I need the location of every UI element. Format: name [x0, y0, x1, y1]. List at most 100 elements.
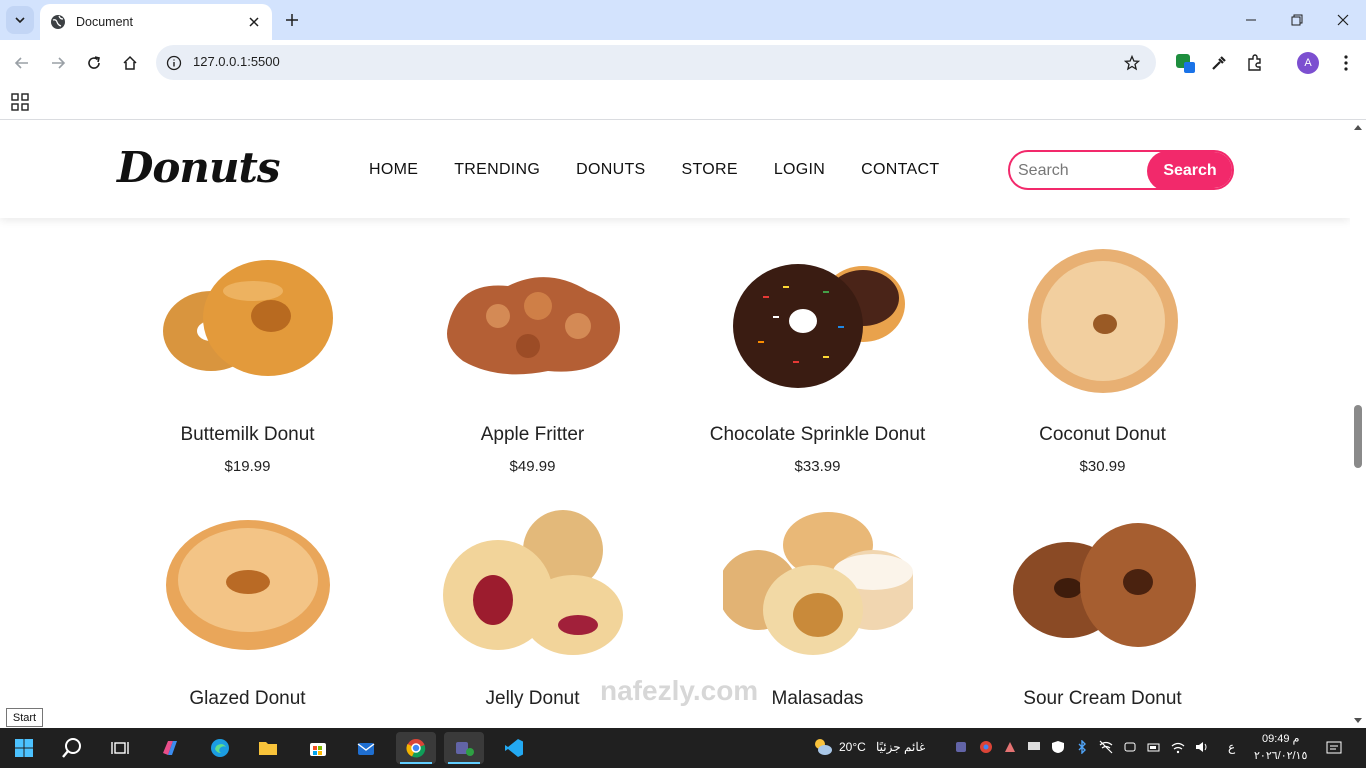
- search-button[interactable]: Search: [1147, 152, 1232, 188]
- nav-store[interactable]: STORE: [682, 161, 738, 179]
- notifications-icon[interactable]: [1326, 740, 1342, 756]
- extension-translate-icon[interactable]: [1174, 52, 1196, 74]
- weather-icon[interactable]: [812, 736, 834, 758]
- address-bar[interactable]: 127.0.0.1:5500: [156, 45, 1156, 80]
- minimize-button[interactable]: [1228, 0, 1274, 40]
- coconut-donut-image: [1008, 246, 1198, 396]
- nav-trending[interactable]: TRENDING: [454, 161, 540, 179]
- nav-login[interactable]: LOGIN: [774, 161, 825, 179]
- edge-app[interactable]: [200, 732, 240, 764]
- start-button[interactable]: [4, 732, 44, 764]
- vscode-app[interactable]: [494, 732, 534, 764]
- tray-monitor-icon[interactable]: [1027, 740, 1041, 754]
- extensions-puzzle-icon[interactable]: [1244, 52, 1266, 74]
- malasadas-image: [722, 510, 913, 660]
- windows-logo-icon: [15, 739, 33, 757]
- nav-donuts[interactable]: DONUTS: [576, 161, 645, 179]
- task-view-icon: [111, 742, 129, 754]
- home-button[interactable]: [117, 50, 143, 76]
- reload-icon: [88, 56, 100, 69]
- product-card[interactable]: Coconut Donut $30.99: [960, 246, 1245, 475]
- forward-button[interactable]: [45, 50, 71, 76]
- tab-close-icon[interactable]: [246, 14, 262, 30]
- volume-icon[interactable]: [1195, 740, 1209, 754]
- arrow-right-icon: [52, 57, 66, 69]
- main-nav: HOME TRENDING DONUTS STORE LOGIN CONTACT: [369, 161, 975, 179]
- weather-text[interactable]: غائم جزئيًا: [876, 740, 925, 754]
- input-language[interactable]: ع: [1228, 740, 1235, 754]
- store-icon: [310, 743, 326, 756]
- new-tab-button[interactable]: [282, 10, 302, 30]
- task-view-button[interactable]: [100, 732, 140, 764]
- arrow-left-icon: [14, 57, 28, 69]
- tray-shield-icon[interactable]: [1051, 740, 1065, 754]
- product-card[interactable]: Sour Cream Donut: [960, 510, 1245, 722]
- scrollbar-thumb[interactable]: [1354, 405, 1362, 468]
- scroll-up-icon[interactable]: [1354, 125, 1362, 130]
- nav-home[interactable]: HOME: [369, 161, 418, 179]
- tray-app-icon[interactable]: [1003, 740, 1017, 754]
- tray-teams-icon[interactable]: [955, 740, 969, 754]
- outlook-app[interactable]: [346, 732, 386, 764]
- product-name: Apple Fritter: [480, 424, 585, 445]
- restore-button[interactable]: [1274, 0, 1320, 40]
- buttermilk-donut-image: [153, 246, 343, 396]
- clock-date[interactable]: ٢٠٢٦/٠٢/١٥: [1254, 749, 1307, 762]
- product-card[interactable]: Apple Fritter $49.99: [390, 246, 675, 475]
- site-header: Donuts HOME TRENDING DONUTS STORE LOGIN …: [0, 121, 1350, 218]
- plus-icon: [286, 14, 298, 26]
- profile-avatar[interactable]: A: [1297, 52, 1319, 74]
- product-name: Chocolate Sprinkle Donut: [709, 424, 926, 445]
- mail-icon: [357, 743, 375, 755]
- minimize-icon: [1246, 19, 1256, 21]
- network-off-icon[interactable]: [1099, 740, 1113, 754]
- home-icon: [123, 55, 137, 70]
- product-card[interactable]: Chocolate Sprinkle Donut $33.99: [675, 246, 960, 475]
- vscode-icon: [505, 739, 523, 757]
- page-scrollbar[interactable]: [1350, 121, 1366, 728]
- site-logo[interactable]: Donuts: [117, 143, 281, 192]
- nav-contact[interactable]: CONTACT: [861, 161, 939, 179]
- apps-grid-icon[interactable]: [11, 93, 29, 111]
- browser-menu-icon[interactable]: [1335, 52, 1357, 74]
- site-info-icon[interactable]: [164, 53, 184, 73]
- tab-strip: Document: [0, 0, 1366, 40]
- product-name: Buttemilk Donut: [180, 424, 315, 445]
- url-text: 127.0.0.1:5500: [193, 54, 280, 69]
- file-explorer-app[interactable]: [248, 732, 288, 764]
- scroll-down-icon[interactable]: [1354, 718, 1362, 723]
- teams-app[interactable]: [444, 732, 484, 764]
- store-app[interactable]: [298, 732, 338, 764]
- search-input[interactable]: [1018, 160, 1148, 182]
- chrome-icon: [406, 739, 426, 758]
- tray-chrome-icon[interactable]: [979, 740, 993, 754]
- taskbar-search-button[interactable]: [52, 732, 92, 764]
- bookmarks-bar: [0, 86, 1366, 120]
- bluetooth-icon[interactable]: [1075, 740, 1089, 754]
- tray-camera-icon[interactable]: [1123, 740, 1137, 754]
- close-window-button[interactable]: [1320, 0, 1366, 40]
- bookmark-star-icon[interactable]: [1122, 53, 1142, 73]
- copilot-icon: [163, 741, 177, 755]
- back-button[interactable]: [9, 50, 35, 76]
- tab-search-button[interactable]: [6, 6, 34, 34]
- product-card[interactable]: Buttemilk Donut $19.99: [105, 246, 390, 475]
- battery-icon[interactable]: [1147, 740, 1161, 754]
- product-card[interactable]: Glazed Donut: [105, 510, 390, 722]
- chocolate-sprinkle-donut-image: [723, 246, 913, 396]
- reload-button[interactable]: [81, 50, 107, 76]
- browser-tab[interactable]: Document: [40, 4, 272, 40]
- globe-icon: [51, 15, 65, 29]
- clock-time[interactable]: 09:49 م: [1262, 732, 1299, 745]
- weather-temp[interactable]: 20°C: [839, 740, 866, 754]
- wifi-icon[interactable]: [1171, 740, 1185, 754]
- jelly-donut-image: [438, 510, 628, 660]
- taskbar: 20°C غائم جزئيًا ع 09:49 م ٢٠٢٦/٠٢/١٥: [0, 728, 1366, 768]
- edge-icon: [211, 739, 229, 757]
- chrome-app[interactable]: [396, 732, 436, 764]
- eyedropper-icon[interactable]: [1208, 52, 1230, 74]
- copilot-app[interactable]: [150, 732, 190, 764]
- watermark: nafezly.com: [600, 675, 759, 706]
- glazed-donut-image: [153, 510, 343, 660]
- start-tooltip: Start: [6, 708, 43, 727]
